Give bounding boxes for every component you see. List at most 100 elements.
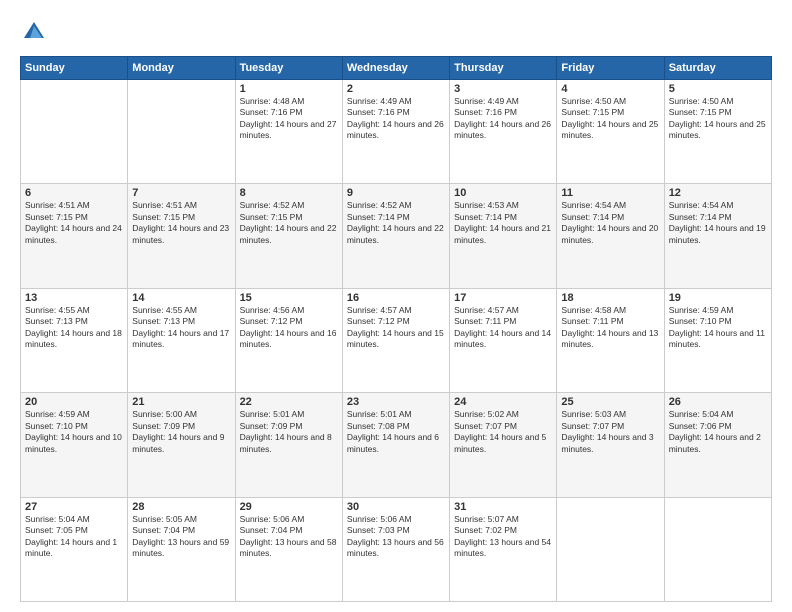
day-info: Sunrise: 5:03 AM Sunset: 7:07 PM Dayligh… xyxy=(561,409,659,455)
day-number: 9 xyxy=(347,187,445,199)
weekday-tuesday: Tuesday xyxy=(235,57,342,80)
day-info: Sunrise: 4:58 AM Sunset: 7:11 PM Dayligh… xyxy=(561,305,659,351)
day-cell: 6Sunrise: 4:51 AM Sunset: 7:15 PM Daylig… xyxy=(21,184,128,288)
day-info: Sunrise: 4:55 AM Sunset: 7:13 PM Dayligh… xyxy=(25,305,123,351)
day-number: 25 xyxy=(561,396,659,408)
day-info: Sunrise: 4:54 AM Sunset: 7:14 PM Dayligh… xyxy=(669,200,767,246)
day-cell: 5Sunrise: 4:50 AM Sunset: 7:15 PM Daylig… xyxy=(664,80,771,184)
day-info: Sunrise: 4:59 AM Sunset: 7:10 PM Dayligh… xyxy=(25,409,123,455)
day-info: Sunrise: 4:49 AM Sunset: 7:16 PM Dayligh… xyxy=(454,96,552,142)
day-info: Sunrise: 4:57 AM Sunset: 7:11 PM Dayligh… xyxy=(454,305,552,351)
day-number: 14 xyxy=(132,292,230,304)
day-cell: 3Sunrise: 4:49 AM Sunset: 7:16 PM Daylig… xyxy=(450,80,557,184)
day-cell: 30Sunrise: 5:06 AM Sunset: 7:03 PM Dayli… xyxy=(342,497,449,601)
day-cell: 25Sunrise: 5:03 AM Sunset: 7:07 PM Dayli… xyxy=(557,393,664,497)
day-cell: 20Sunrise: 4:59 AM Sunset: 7:10 PM Dayli… xyxy=(21,393,128,497)
day-number: 30 xyxy=(347,501,445,513)
day-number: 21 xyxy=(132,396,230,408)
day-cell: 18Sunrise: 4:58 AM Sunset: 7:11 PM Dayli… xyxy=(557,288,664,392)
day-number: 16 xyxy=(347,292,445,304)
day-info: Sunrise: 4:49 AM Sunset: 7:16 PM Dayligh… xyxy=(347,96,445,142)
day-number: 31 xyxy=(454,501,552,513)
day-number: 11 xyxy=(561,187,659,199)
weekday-header-row: SundayMondayTuesdayWednesdayThursdayFrid… xyxy=(21,57,772,80)
day-cell: 31Sunrise: 5:07 AM Sunset: 7:02 PM Dayli… xyxy=(450,497,557,601)
day-number: 26 xyxy=(669,396,767,408)
day-cell: 22Sunrise: 5:01 AM Sunset: 7:09 PM Dayli… xyxy=(235,393,342,497)
day-info: Sunrise: 4:52 AM Sunset: 7:14 PM Dayligh… xyxy=(347,200,445,246)
day-info: Sunrise: 4:54 AM Sunset: 7:14 PM Dayligh… xyxy=(561,200,659,246)
day-info: Sunrise: 4:52 AM Sunset: 7:15 PM Dayligh… xyxy=(240,200,338,246)
day-cell: 29Sunrise: 5:06 AM Sunset: 7:04 PM Dayli… xyxy=(235,497,342,601)
day-cell: 26Sunrise: 5:04 AM Sunset: 7:06 PM Dayli… xyxy=(664,393,771,497)
day-info: Sunrise: 4:56 AM Sunset: 7:12 PM Dayligh… xyxy=(240,305,338,351)
day-number: 3 xyxy=(454,83,552,95)
day-number: 8 xyxy=(240,187,338,199)
day-info: Sunrise: 5:04 AM Sunset: 7:05 PM Dayligh… xyxy=(25,514,123,560)
day-number: 19 xyxy=(669,292,767,304)
day-info: Sunrise: 5:00 AM Sunset: 7:09 PM Dayligh… xyxy=(132,409,230,455)
day-cell: 19Sunrise: 4:59 AM Sunset: 7:10 PM Dayli… xyxy=(664,288,771,392)
day-number: 24 xyxy=(454,396,552,408)
day-info: Sunrise: 5:07 AM Sunset: 7:02 PM Dayligh… xyxy=(454,514,552,560)
day-cell: 9Sunrise: 4:52 AM Sunset: 7:14 PM Daylig… xyxy=(342,184,449,288)
day-cell: 10Sunrise: 4:53 AM Sunset: 7:14 PM Dayli… xyxy=(450,184,557,288)
week-row-3: 13Sunrise: 4:55 AM Sunset: 7:13 PM Dayli… xyxy=(21,288,772,392)
day-info: Sunrise: 5:04 AM Sunset: 7:06 PM Dayligh… xyxy=(669,409,767,455)
day-number: 23 xyxy=(347,396,445,408)
logo-icon xyxy=(20,18,48,46)
day-number: 12 xyxy=(669,187,767,199)
week-row-1: 1Sunrise: 4:48 AM Sunset: 7:16 PM Daylig… xyxy=(21,80,772,184)
day-number: 15 xyxy=(240,292,338,304)
day-number: 1 xyxy=(240,83,338,95)
day-cell xyxy=(664,497,771,601)
day-cell: 8Sunrise: 4:52 AM Sunset: 7:15 PM Daylig… xyxy=(235,184,342,288)
day-cell: 7Sunrise: 4:51 AM Sunset: 7:15 PM Daylig… xyxy=(128,184,235,288)
day-cell: 16Sunrise: 4:57 AM Sunset: 7:12 PM Dayli… xyxy=(342,288,449,392)
logo xyxy=(20,18,52,46)
day-info: Sunrise: 4:57 AM Sunset: 7:12 PM Dayligh… xyxy=(347,305,445,351)
day-info: Sunrise: 4:48 AM Sunset: 7:16 PM Dayligh… xyxy=(240,96,338,142)
day-number: 10 xyxy=(454,187,552,199)
day-number: 22 xyxy=(240,396,338,408)
day-info: Sunrise: 4:50 AM Sunset: 7:15 PM Dayligh… xyxy=(669,96,767,142)
day-cell: 17Sunrise: 4:57 AM Sunset: 7:11 PM Dayli… xyxy=(450,288,557,392)
day-cell: 11Sunrise: 4:54 AM Sunset: 7:14 PM Dayli… xyxy=(557,184,664,288)
day-cell xyxy=(21,80,128,184)
day-info: Sunrise: 5:02 AM Sunset: 7:07 PM Dayligh… xyxy=(454,409,552,455)
weekday-friday: Friday xyxy=(557,57,664,80)
day-cell: 21Sunrise: 5:00 AM Sunset: 7:09 PM Dayli… xyxy=(128,393,235,497)
page: SundayMondayTuesdayWednesdayThursdayFrid… xyxy=(0,0,792,612)
day-cell: 15Sunrise: 4:56 AM Sunset: 7:12 PM Dayli… xyxy=(235,288,342,392)
header xyxy=(20,18,772,46)
day-cell: 14Sunrise: 4:55 AM Sunset: 7:13 PM Dayli… xyxy=(128,288,235,392)
day-number: 27 xyxy=(25,501,123,513)
day-info: Sunrise: 5:01 AM Sunset: 7:09 PM Dayligh… xyxy=(240,409,338,455)
day-info: Sunrise: 4:51 AM Sunset: 7:15 PM Dayligh… xyxy=(132,200,230,246)
day-info: Sunrise: 5:06 AM Sunset: 7:04 PM Dayligh… xyxy=(240,514,338,560)
week-row-5: 27Sunrise: 5:04 AM Sunset: 7:05 PM Dayli… xyxy=(21,497,772,601)
day-number: 18 xyxy=(561,292,659,304)
week-row-4: 20Sunrise: 4:59 AM Sunset: 7:10 PM Dayli… xyxy=(21,393,772,497)
day-number: 17 xyxy=(454,292,552,304)
day-cell: 23Sunrise: 5:01 AM Sunset: 7:08 PM Dayli… xyxy=(342,393,449,497)
day-number: 2 xyxy=(347,83,445,95)
day-info: Sunrise: 4:55 AM Sunset: 7:13 PM Dayligh… xyxy=(132,305,230,351)
day-cell: 13Sunrise: 4:55 AM Sunset: 7:13 PM Dayli… xyxy=(21,288,128,392)
day-info: Sunrise: 5:06 AM Sunset: 7:03 PM Dayligh… xyxy=(347,514,445,560)
weekday-wednesday: Wednesday xyxy=(342,57,449,80)
weekday-monday: Monday xyxy=(128,57,235,80)
day-number: 20 xyxy=(25,396,123,408)
day-number: 13 xyxy=(25,292,123,304)
day-info: Sunrise: 4:51 AM Sunset: 7:15 PM Dayligh… xyxy=(25,200,123,246)
day-cell: 1Sunrise: 4:48 AM Sunset: 7:16 PM Daylig… xyxy=(235,80,342,184)
day-cell: 24Sunrise: 5:02 AM Sunset: 7:07 PM Dayli… xyxy=(450,393,557,497)
day-number: 29 xyxy=(240,501,338,513)
day-number: 4 xyxy=(561,83,659,95)
day-cell xyxy=(557,497,664,601)
day-cell: 2Sunrise: 4:49 AM Sunset: 7:16 PM Daylig… xyxy=(342,80,449,184)
day-cell: 4Sunrise: 4:50 AM Sunset: 7:15 PM Daylig… xyxy=(557,80,664,184)
day-number: 28 xyxy=(132,501,230,513)
day-number: 7 xyxy=(132,187,230,199)
day-info: Sunrise: 4:59 AM Sunset: 7:10 PM Dayligh… xyxy=(669,305,767,351)
